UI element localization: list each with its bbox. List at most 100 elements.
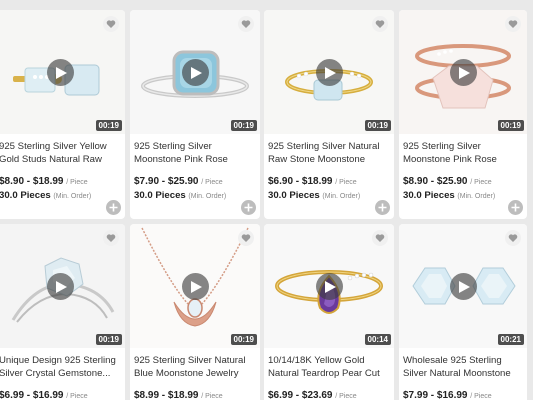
favorite-button[interactable] <box>372 230 388 246</box>
product-card[interactable]: 00:19 Unique Design 925 Sterling Silver … <box>0 224 125 400</box>
min-order-qty: 30.0 Pieces <box>268 190 320 201</box>
min-order-note: (Min. Order) <box>322 193 361 200</box>
product-info: 925 Sterling Silver Natural Blue Moonsto… <box>130 354 260 400</box>
video-duration: 00:19 <box>364 120 391 131</box>
min-order-qty: 30.0 Pieces <box>0 190 51 201</box>
product-price: $6.99 - $16.99 / Piece <box>0 390 121 400</box>
min-order-qty: 30.0 Pieces <box>134 190 186 201</box>
min-order: 30.0 Pieces (Min. Order) <box>268 190 390 201</box>
product-image[interactable]: 00:19 <box>0 10 125 134</box>
heart-icon <box>508 20 518 28</box>
product-title[interactable]: 925 Sterling Silver Moonstone Pink Rose … <box>403 140 523 167</box>
product-price: $7.90 - $25.90 / Piece <box>134 176 256 187</box>
product-price: $7.99 - $16.99 / Piece <box>403 390 523 400</box>
heart-icon <box>241 234 251 242</box>
product-title[interactable]: 925 Sterling Silver Moonstone Pink Rose … <box>134 140 256 167</box>
plus-icon <box>378 203 387 212</box>
product-card[interactable]: 00:19 925 Sterling Silver Natural Blue M… <box>130 224 260 400</box>
product-title[interactable]: 925 Sterling Silver Yellow Gold Studs Na… <box>0 140 121 167</box>
product-title[interactable]: 925 Sterling Silver Natural Blue Moonsto… <box>134 354 256 381</box>
min-order-note: (Min. Order) <box>188 193 227 200</box>
add-to-list-button[interactable] <box>106 200 121 215</box>
product-price: $8.99 - $18.99 / Piece <box>134 390 256 400</box>
price-range: $8.99 - $18.99 <box>134 390 199 400</box>
product-card[interactable]: 00:14 10/14/18K Yellow Gold Natural Tear… <box>264 224 394 400</box>
video-duration: 00:14 <box>364 334 391 345</box>
favorite-button[interactable] <box>238 230 254 246</box>
play-video-button[interactable] <box>182 59 209 86</box>
video-duration: 00:19 <box>497 120 524 131</box>
play-icon <box>56 280 67 293</box>
min-order: 30.0 Pieces (Min. Order) <box>134 190 256 201</box>
product-card[interactable]: 00:19 925 Sterling Silver Moonstone Pink… <box>399 10 527 219</box>
plus-icon <box>109 203 118 212</box>
product-info: 925 Sterling Silver Yellow Gold Studs Na… <box>0 140 125 201</box>
heart-icon <box>241 20 251 28</box>
favorite-button[interactable] <box>103 230 119 246</box>
min-order-qty: 30.0 Pieces <box>403 190 455 201</box>
heart-icon <box>106 20 116 28</box>
favorite-button[interactable] <box>103 16 119 32</box>
favorite-button[interactable] <box>238 16 254 32</box>
heart-icon <box>375 234 385 242</box>
add-to-list-button[interactable] <box>375 200 390 215</box>
play-icon <box>56 66 67 79</box>
product-card[interactable]: 00:21 Wholesale 925 Sterling Silver Natu… <box>399 224 527 400</box>
play-video-button[interactable] <box>450 273 477 300</box>
product-title[interactable]: 925 Sterling Silver Natural Raw Stone Mo… <box>268 140 390 167</box>
play-video-button[interactable] <box>182 273 209 300</box>
product-image[interactable]: 00:14 <box>264 224 394 348</box>
price-unit: / Piece <box>66 393 88 400</box>
product-card[interactable]: 00:19 925 Sterling Silver Natural Raw St… <box>264 10 394 219</box>
product-image[interactable]: 00:19 <box>130 10 260 134</box>
play-icon <box>459 66 470 79</box>
product-card[interactable]: 00:19 925 Sterling Silver Yellow Gold St… <box>0 10 125 219</box>
product-info: 925 Sterling Silver Moonstone Pink Rose … <box>130 140 260 201</box>
play-video-button[interactable] <box>47 273 74 300</box>
product-image[interactable]: 00:19 <box>130 224 260 348</box>
add-to-list-button[interactable] <box>241 200 256 215</box>
product-price: $6.90 - $18.99 / Piece <box>268 176 390 187</box>
product-card[interactable]: 00:19 925 Sterling Silver Moonstone Pink… <box>130 10 260 219</box>
video-duration: 00:21 <box>497 334 524 345</box>
add-to-list-button[interactable] <box>508 200 523 215</box>
favorite-button[interactable] <box>505 16 521 32</box>
price-unit: / Piece <box>201 393 223 400</box>
price-range: $8.90 - $25.90 <box>403 176 468 187</box>
video-duration: 00:19 <box>230 120 257 131</box>
product-title[interactable]: 10/14/18K Yellow Gold Natural Teardrop P… <box>268 354 390 381</box>
play-video-button[interactable] <box>316 59 343 86</box>
product-info: Wholesale 925 Sterling Silver Natural Mo… <box>399 354 527 400</box>
play-icon <box>191 280 202 293</box>
product-grid: 00:19 925 Sterling Silver Yellow Gold St… <box>0 0 533 400</box>
product-info: Unique Design 925 Sterling Silver Crysta… <box>0 354 125 400</box>
play-icon <box>325 66 336 79</box>
play-icon <box>325 280 336 293</box>
video-duration: 00:19 <box>230 334 257 345</box>
min-order-note: (Min. Order) <box>457 193 496 200</box>
min-order-note: (Min. Order) <box>53 193 92 200</box>
product-info: 925 Sterling Silver Natural Raw Stone Mo… <box>264 140 394 201</box>
price-range: $6.99 - $16.99 <box>0 390 64 400</box>
play-video-button[interactable] <box>450 59 477 86</box>
product-title[interactable]: Unique Design 925 Sterling Silver Crysta… <box>0 354 121 381</box>
price-unit: / Piece <box>335 179 357 186</box>
price-unit: / Piece <box>335 393 357 400</box>
play-video-button[interactable] <box>47 59 74 86</box>
product-image[interactable]: 00:21 <box>399 224 527 348</box>
product-title[interactable]: Wholesale 925 Sterling Silver Natural Mo… <box>403 354 523 381</box>
min-order: 30.0 Pieces (Min. Order) <box>403 190 523 201</box>
product-image[interactable]: 00:19 <box>0 224 125 348</box>
product-image[interactable]: 00:19 <box>399 10 527 134</box>
price-range: $6.90 - $18.99 <box>268 176 333 187</box>
video-duration: 00:19 <box>95 334 122 345</box>
product-image[interactable]: 00:19 <box>264 10 394 134</box>
price-unit: / Piece <box>470 179 492 186</box>
product-info: 10/14/18K Yellow Gold Natural Teardrop P… <box>264 354 394 400</box>
price-unit: / Piece <box>66 179 88 186</box>
play-video-button[interactable] <box>316 273 343 300</box>
heart-icon <box>508 234 518 242</box>
price-range: $7.90 - $25.90 <box>134 176 199 187</box>
favorite-button[interactable] <box>505 230 521 246</box>
favorite-button[interactable] <box>372 16 388 32</box>
